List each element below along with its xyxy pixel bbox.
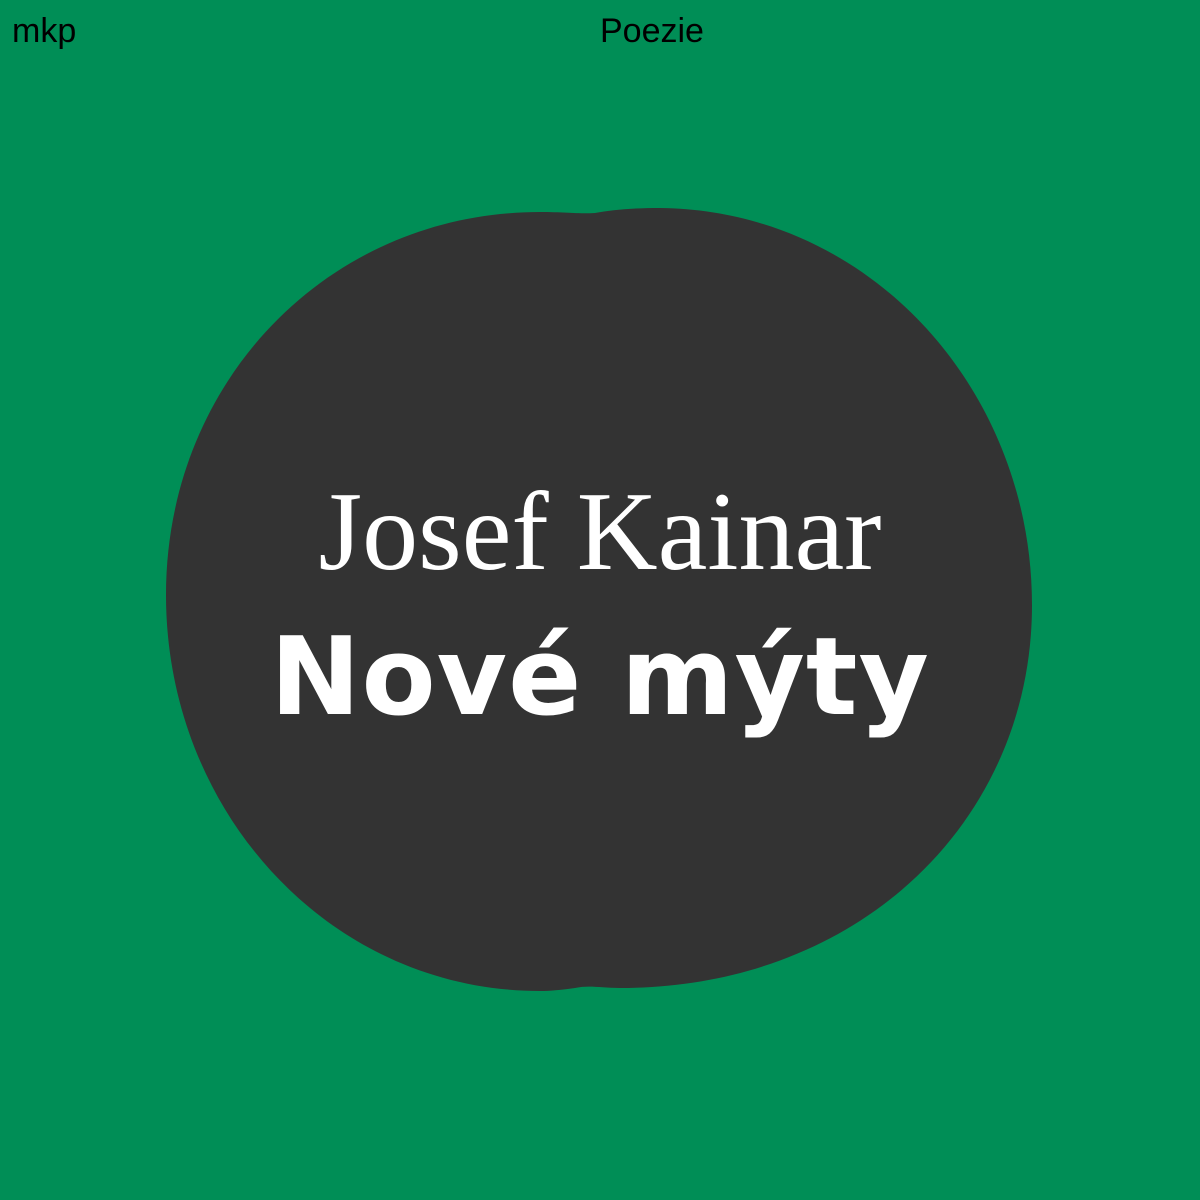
dark-blob-shape	[166, 208, 1032, 991]
book-author: Josef Kainar	[318, 470, 882, 594]
book-cover: mkp Poezie Josef Kainar Nové mýty	[0, 0, 1200, 1200]
blob-path	[166, 208, 1032, 991]
book-title: Nové mýty	[270, 615, 930, 740]
